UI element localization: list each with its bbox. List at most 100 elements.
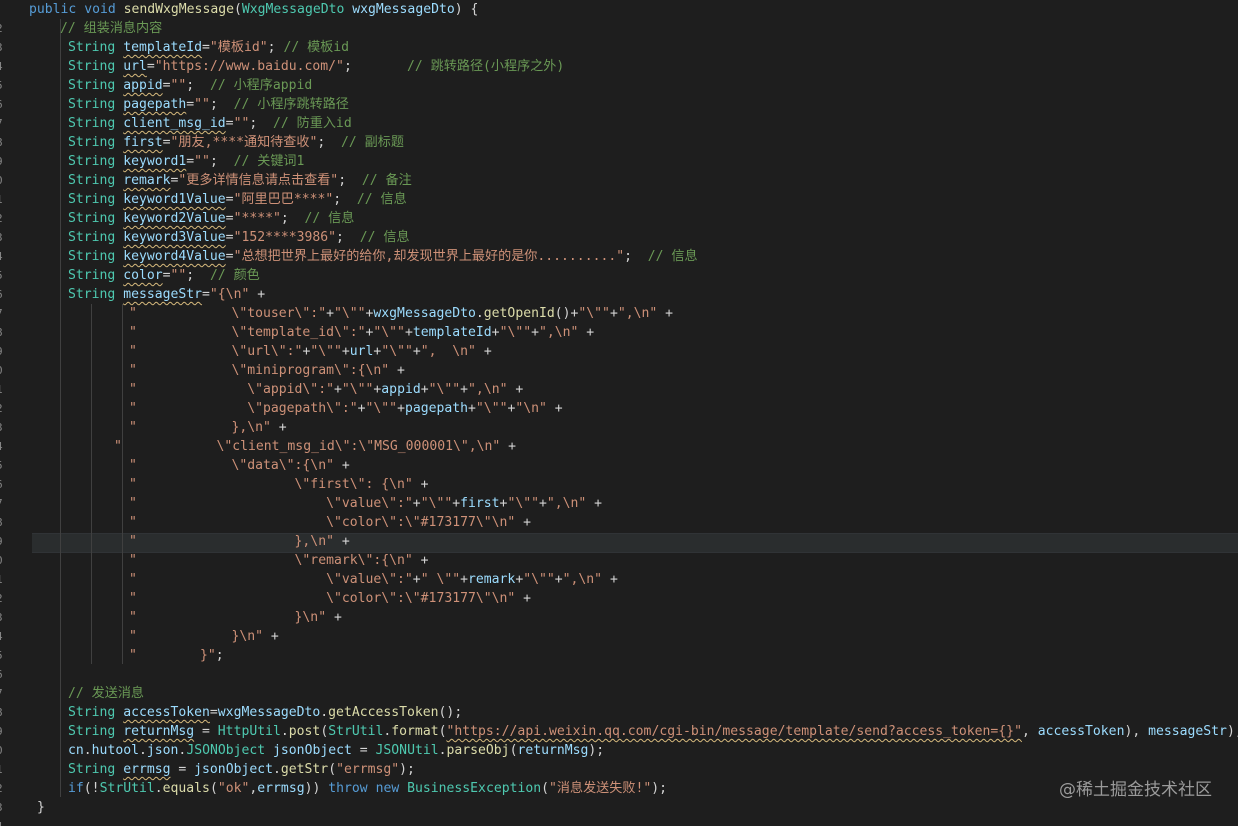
code-token: pagepath — [123, 97, 187, 112]
code-token: ; — [249, 116, 273, 131]
code-line: " \"value\":"+" \""+remark+"\""+",\n" + — [129, 570, 618, 589]
code-token: + — [578, 325, 595, 340]
code-area[interactable]: public void sendWxgMessage(WxgMessageDto… — [0, 0, 1238, 826]
code-token: = — [194, 724, 218, 739]
code-line: cn.hutool.json.JSONObject jsonObject = J… — [68, 741, 604, 760]
code-token: + — [500, 439, 517, 454]
code-token: ; — [280, 211, 305, 226]
code-token: remark — [468, 572, 516, 587]
code-token: keyword3Value — [123, 230, 226, 245]
code-token: sendWxgMessage — [123, 2, 234, 17]
code-token: "\"" — [420, 496, 453, 511]
code-line: " \"url\":"+"\""+url+"\""+", \n" + — [129, 342, 492, 361]
code-token: "\"" — [373, 325, 405, 340]
code-token: " \"template_id\":" — [129, 325, 366, 340]
code-token: jsonObject — [273, 743, 352, 758]
code-token: String — [68, 724, 124, 739]
code-token: = — [202, 287, 210, 302]
code-token: + — [546, 401, 563, 416]
code-token: JSONObject — [186, 743, 274, 758]
code-token: = — [186, 97, 195, 112]
code-line: " \"template_id\":"+"\""+templateId+"\""… — [129, 323, 594, 342]
code-token: ", \n" — [420, 344, 476, 359]
code-token: + — [452, 496, 461, 511]
indent-guide — [60, 19, 61, 797]
code-line: String url="https://www.baidu.com/"; // … — [68, 57, 564, 76]
code-token: ; — [209, 97, 234, 112]
code-token: // 副标题 — [341, 135, 404, 150]
code-token: + — [397, 401, 405, 416]
code-token: + — [602, 572, 618, 587]
code-token: String — [68, 192, 124, 207]
code-token: String — [68, 230, 124, 245]
code-token: keyword1Value — [123, 192, 226, 207]
code-token: "\"" — [310, 344, 342, 359]
code-line: String keyword3Value="152****3986"; // 信… — [68, 228, 410, 247]
code-token: "\n" — [515, 401, 547, 416]
code-token: " \"url\":" — [129, 344, 303, 359]
code-token: String — [68, 116, 124, 131]
code-token: + — [326, 610, 342, 625]
code-token: void — [84, 2, 124, 17]
code-line: " \"remark\":{\n" + — [129, 551, 429, 570]
code-token: String — [68, 287, 124, 302]
code-token: "ok" — [217, 781, 250, 796]
code-token: pagepath — [404, 401, 469, 416]
code-token: . — [154, 781, 163, 796]
code-token: )) — [304, 781, 321, 796]
code-token: . — [83, 743, 92, 758]
code-token: // 信息 — [647, 249, 698, 264]
code-token: // 发送消息 — [68, 686, 145, 701]
code-token: + — [412, 477, 429, 492]
code-token: + — [412, 553, 429, 568]
code-token: . — [273, 762, 281, 777]
code-token: "errmsg" — [336, 762, 400, 777]
indent-guide — [122, 304, 123, 664]
code-line: String keyword1=""; // 关键词1 — [68, 152, 304, 171]
code-token: = — [225, 192, 234, 207]
code-token: throw — [320, 781, 376, 796]
code-token: . — [280, 724, 289, 739]
code-token: ); — [1226, 724, 1238, 739]
code-token: ; — [209, 154, 234, 169]
code-line: " \"data\":{\n" + — [129, 456, 350, 475]
code-token: accessToken — [1037, 724, 1125, 739]
code-token: format — [391, 724, 439, 739]
code-token: wxgMessageDto — [217, 705, 321, 720]
code-token: messageStr — [123, 287, 203, 302]
code-token: "" — [194, 97, 210, 112]
code-token: + — [657, 306, 674, 321]
code-line: String color=""; // 颜色 — [68, 266, 260, 285]
code-token: "\"" — [499, 325, 532, 340]
code-token: "\"" — [365, 401, 398, 416]
code-line: String keyword4Value="总想把世界上最好的给你,却发现世界上… — [68, 247, 698, 266]
code-token: = — [225, 230, 234, 245]
code-token: // 模板id — [283, 40, 350, 55]
code-line: String keyword2Value="****"; // 信息 — [68, 209, 354, 228]
code-token: " \"color\":\"#173177\"\n" — [129, 591, 516, 606]
code-line: String returnMsg = HttpUtil.post(StrUtil… — [68, 722, 1238, 741]
code-line: // 组装消息内容 — [60, 19, 162, 38]
code-token: public — [29, 2, 85, 17]
code-token: + — [412, 344, 421, 359]
code-token: keyword2Value — [123, 211, 226, 226]
code-token: messageStr — [1148, 724, 1227, 739]
code-token: templateId — [123, 40, 203, 55]
code-editor[interactable]: 2345678901234567890123456789012345678901… — [0, 0, 1238, 826]
code-token: post — [288, 724, 321, 739]
code-line: } — [37, 798, 45, 817]
code-token: + — [404, 325, 413, 340]
code-line: " },\n" + — [129, 532, 350, 551]
code-token: // 跳转路径(小程序之外) — [407, 59, 565, 74]
code-token: "\"" — [507, 496, 539, 511]
code-token: = — [186, 154, 195, 169]
code-token: wxgMessageDto — [373, 306, 476, 321]
code-token: " }\n" — [129, 610, 327, 625]
code-token: ; — [215, 648, 224, 663]
code-token: equals — [162, 781, 210, 796]
code-token: + — [538, 496, 547, 511]
code-token: " \"client_msg_id\":\"MSG_000001\",\n" — [114, 439, 501, 454]
code-token: String — [68, 154, 124, 169]
code-token: "朋友,****通知待查收" — [170, 135, 318, 150]
code-token: getAccessToken — [328, 705, 439, 720]
